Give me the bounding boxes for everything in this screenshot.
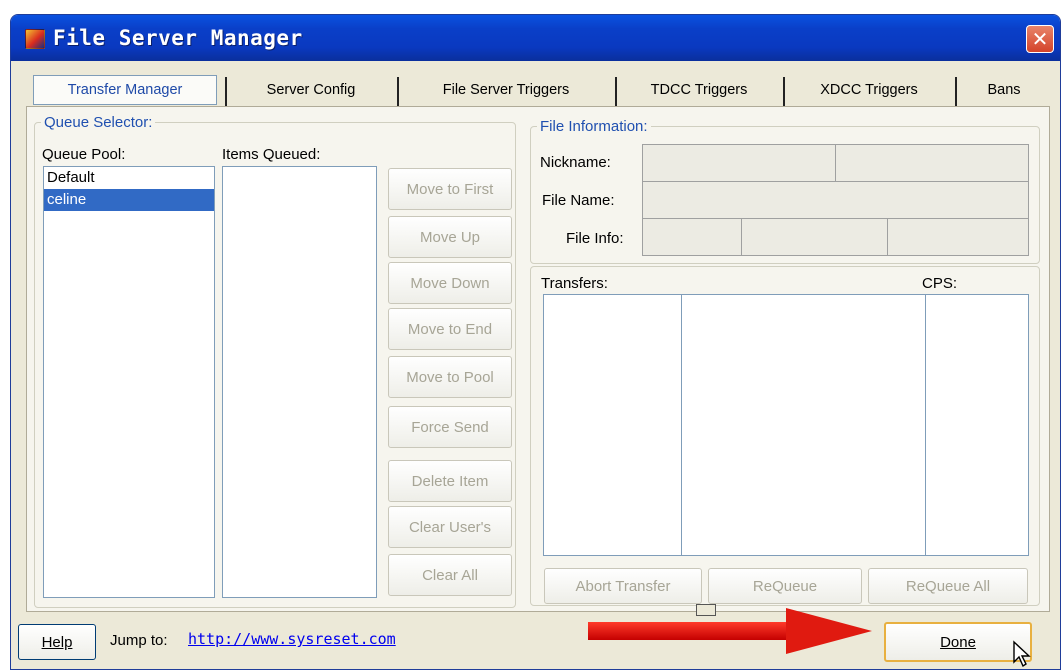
nickname-field <box>642 144 836 182</box>
window-title: File Server Manager <box>53 26 303 50</box>
tab-bans[interactable]: Bans <box>961 73 1047 107</box>
tab-server-config[interactable]: Server Config <box>231 73 391 107</box>
tab-file-server-triggers[interactable]: File Server Triggers <box>403 73 609 107</box>
cps-column-divider <box>925 295 926 555</box>
transfers-label: Transfers: <box>541 275 608 292</box>
queue-pool-item-celine[interactable]: celine <box>44 189 214 211</box>
items-queued-label: Items Queued: <box>222 146 321 163</box>
cps-label: CPS: <box>922 275 958 292</box>
mouse-cursor-icon <box>1013 640 1031 668</box>
file-info-field-1 <box>642 218 742 256</box>
tab-separator <box>397 77 399 107</box>
transfers-column-divider <box>681 295 682 555</box>
delete-item-button[interactable]: Delete Item <box>388 460 512 502</box>
title-bar[interactable]: File Server Manager ✕ <box>11 15 1060 61</box>
red-arrow-shaft <box>588 622 788 640</box>
transfers-list[interactable] <box>543 294 1029 556</box>
clear-users-button[interactable]: Clear User's <box>388 506 512 548</box>
nickname-label: Nickname: <box>540 154 611 171</box>
help-button-label: Help <box>41 633 73 651</box>
tab-tdcc-triggers[interactable]: TDCC Triggers <box>621 73 777 107</box>
sysreset-link[interactable]: http://www.sysreset.com <box>188 630 396 648</box>
queue-selector-legend: Queue Selector: <box>44 114 153 131</box>
help-button[interactable]: Help <box>18 624 96 660</box>
file-information-legend: File Information: <box>540 118 648 135</box>
file-info-label: File Info: <box>566 230 624 247</box>
done-button[interactable]: Done <box>884 622 1032 662</box>
jump-to-label: Jump to: <box>110 632 168 649</box>
force-send-button[interactable]: Force Send <box>388 406 512 448</box>
file-info-field-2 <box>741 218 888 256</box>
tab-separator <box>783 77 785 107</box>
nickname-field-2 <box>835 144 1029 182</box>
tab-separator <box>955 77 957 107</box>
clear-all-button[interactable]: Clear All <box>388 554 512 596</box>
tab-transfer-manager[interactable]: Transfer Manager <box>33 75 217 105</box>
move-to-end-button[interactable]: Move to End <box>388 308 512 350</box>
tab-xdcc-triggers[interactable]: XDCC Triggers <box>789 73 949 107</box>
queue-pool-list[interactable]: Default celine <box>43 166 215 598</box>
requeue-all-button[interactable]: ReQueue All <box>868 568 1028 604</box>
move-up-button[interactable]: Move Up <box>388 216 512 258</box>
app-icon <box>25 29 45 49</box>
red-arrow-head-icon <box>786 608 872 654</box>
move-to-first-button[interactable]: Move to First <box>388 168 512 210</box>
status-checkbox[interactable] <box>696 604 716 616</box>
items-queued-list[interactable] <box>222 166 377 598</box>
move-down-button[interactable]: Move Down <box>388 262 512 304</box>
file-info-field-3 <box>887 218 1029 256</box>
tab-separator <box>225 77 227 107</box>
queue-pool-label: Queue Pool: <box>42 146 126 163</box>
move-to-pool-button[interactable]: Move to Pool <box>388 356 512 398</box>
done-button-label: Done <box>940 633 976 651</box>
file-name-field <box>642 181 1029 219</box>
tab-separator <box>615 77 617 107</box>
close-button[interactable]: ✕ <box>1026 25 1054 53</box>
abort-transfer-button[interactable]: Abort Transfer <box>544 568 702 604</box>
requeue-button[interactable]: ReQueue <box>708 568 862 604</box>
file-name-label: File Name: <box>542 192 615 209</box>
queue-pool-item-default[interactable]: Default <box>44 167 214 189</box>
